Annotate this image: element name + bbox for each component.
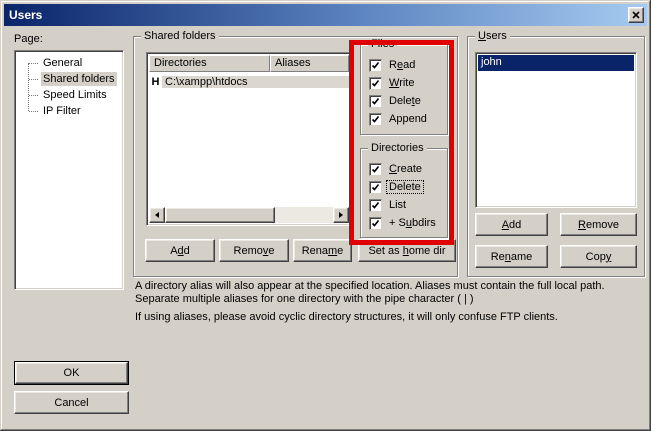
annotation-highlight-box (349, 40, 454, 245)
arrow-left-icon (152, 212, 159, 218)
close-icon (632, 11, 640, 19)
ok-button-default-ring: OK (14, 361, 129, 385)
user-rename-button[interactable]: Rename (475, 245, 548, 268)
cyclic-note: If using aliases, please avoid cyclic di… (135, 311, 648, 324)
home-marker: H (149, 76, 162, 88)
page-item-ip-filter[interactable]: IP Filter (19, 103, 119, 119)
user-remove-button[interactable]: Remove (560, 213, 637, 236)
scrollbar-track[interactable] (165, 207, 333, 223)
scroll-right-button[interactable] (333, 207, 349, 223)
users-list: john (475, 52, 637, 208)
ok-button[interactable]: OK (15, 362, 128, 384)
shared-folders-list: Directories Aliases H C:\xampp\htdocs (146, 52, 352, 226)
column-header-directories[interactable]: Directories (149, 55, 270, 72)
users-group-label: Users (475, 30, 510, 42)
page-item-shared-folders[interactable]: Shared folders (19, 71, 119, 87)
page-item-label: General (41, 56, 84, 70)
directory-path: C:\xampp\htdocs (162, 76, 349, 88)
shared-folders-group-label: Shared folders (141, 30, 219, 42)
scroll-left-button[interactable] (149, 207, 165, 223)
cancel-button[interactable]: Cancel (14, 391, 129, 414)
horizontal-scrollbar[interactable] (149, 207, 349, 223)
user-list-item[interactable]: john (478, 55, 634, 71)
page-list: General Shared folders Speed Limits IP F… (14, 50, 124, 290)
alias-note: A directory alias will also appear at th… (135, 280, 648, 306)
column-header-aliases[interactable]: Aliases (270, 55, 349, 72)
notes: A directory alias will also appear at th… (135, 280, 648, 324)
folder-add-button[interactable]: Add (145, 239, 215, 262)
folder-rename-button[interactable]: Rename (293, 239, 352, 262)
user-add-button[interactable]: Add (475, 213, 548, 236)
folder-remove-button[interactable]: Remove (219, 239, 289, 262)
page-item-label-selected: Shared folders (41, 72, 117, 86)
titlebar[interactable]: Users (4, 4, 647, 26)
page-label: Page: (14, 33, 43, 45)
page-item-general[interactable]: General (19, 55, 119, 71)
users-dialog: Users Page: General Shared folders Speed… (0, 0, 651, 431)
user-copy-button[interactable]: Copy (560, 245, 637, 268)
window-title: Users (4, 8, 42, 22)
page-item-label: IP Filter (41, 104, 83, 118)
close-button[interactable] (628, 7, 644, 23)
page-item-speed-limits[interactable]: Speed Limits (19, 87, 119, 103)
folder-row[interactable]: H C:\xampp\htdocs (149, 74, 349, 89)
page-item-label: Speed Limits (41, 88, 109, 102)
arrow-right-icon (339, 212, 346, 218)
scrollbar-thumb[interactable] (165, 207, 275, 223)
